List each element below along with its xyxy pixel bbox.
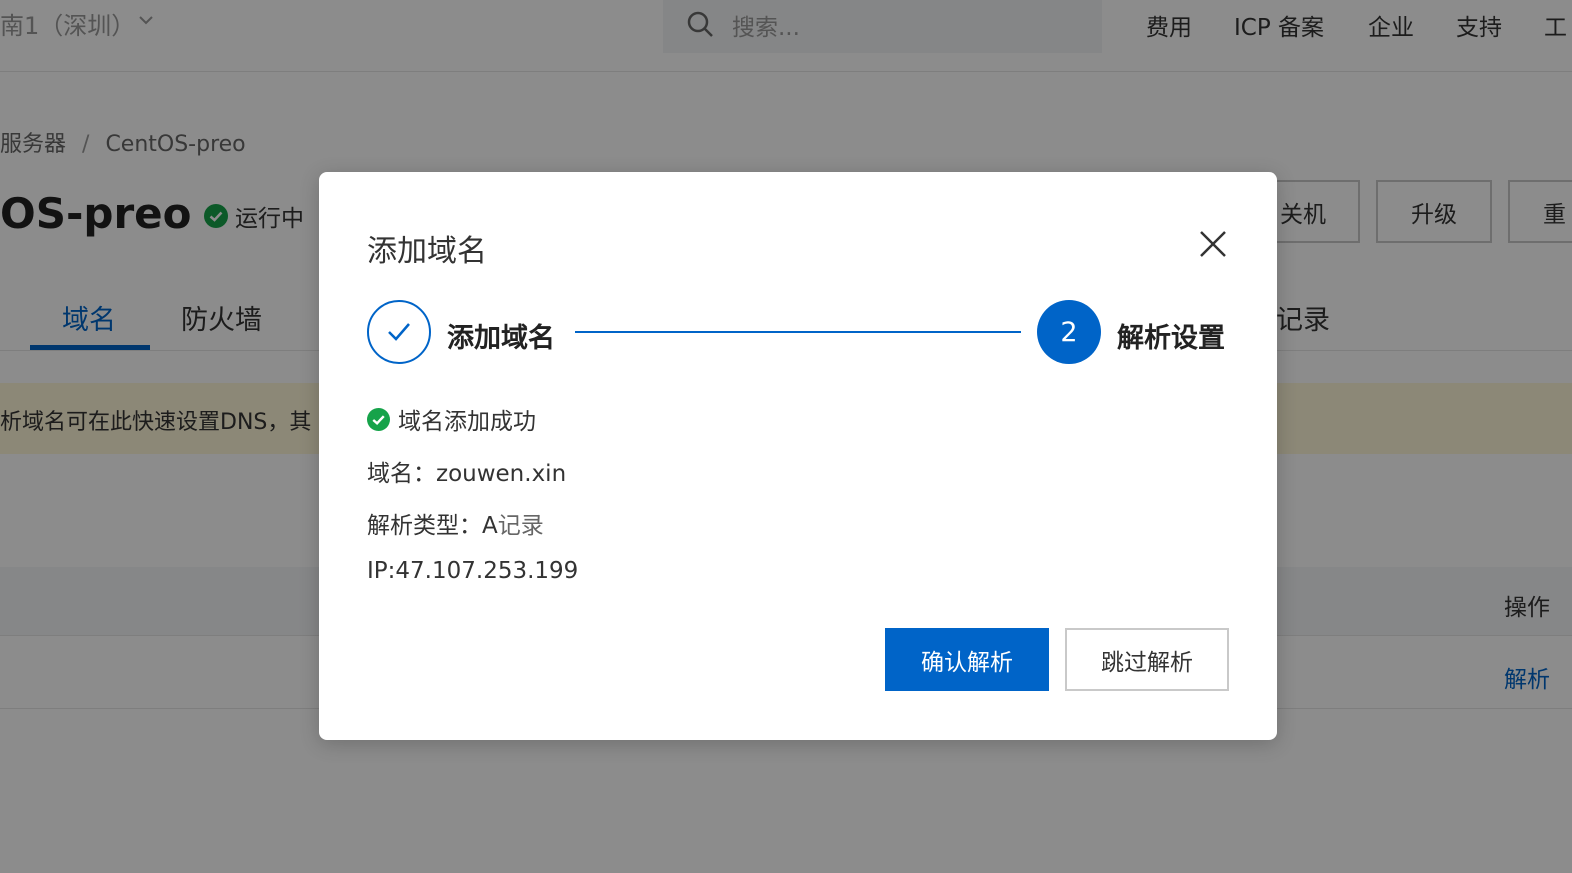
step-connector [575, 331, 1021, 333]
check-circle-icon [367, 407, 390, 431]
domain-value: zouwen.xin [436, 461, 567, 487]
domain-label: 域名： [367, 461, 436, 487]
skip-resolve-button[interactable]: 跳过解析 [1065, 628, 1229, 691]
record-type-value-a: A [482, 513, 498, 539]
step-1-indicator [367, 300, 431, 364]
record-type-info: 解析类型：A记录 [367, 506, 544, 540]
record-type-label: 解析类型： [367, 513, 482, 539]
domain-info: 域名：zouwen.xin [367, 454, 566, 488]
ip-info: IP:47.107.253.199 [367, 558, 579, 584]
confirm-resolve-button[interactable]: 确认解析 [885, 628, 1049, 691]
step-2-label: 解析设置 [1117, 323, 1225, 354]
step-1-label: 添加域名 [447, 323, 555, 354]
success-message: 域名添加成功 [367, 402, 536, 436]
step-2-number: 2 [1060, 316, 1078, 348]
success-text: 域名添加成功 [398, 409, 536, 435]
check-icon [388, 323, 410, 341]
step-2-indicator: 2 [1037, 300, 1101, 364]
dialog-title: 添加域名 [367, 234, 487, 269]
add-domain-dialog: 添加域名 添加域名 2 解析设置 域名添加成功 域名：zouwen.xin 解析… [319, 172, 1277, 740]
record-type-value-suffix: 记录 [497, 513, 544, 539]
close-icon[interactable] [1195, 226, 1231, 262]
